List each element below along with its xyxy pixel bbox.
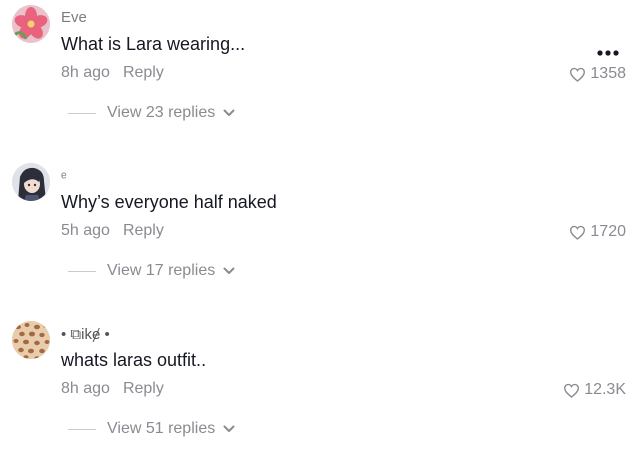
chevron-down-icon: [223, 109, 235, 116]
divider-line: [68, 270, 96, 272]
leopard-print-avatar-icon: [12, 321, 50, 359]
view-replies-label: View 17 replies: [107, 262, 216, 279]
view-replies-label: View 51 replies: [107, 420, 216, 437]
timestamp: 8h ago: [61, 380, 110, 397]
heart-icon: [570, 225, 586, 240]
view-replies-button[interactable]: View 51 replies: [68, 420, 235, 438]
timestamp: 5h ago: [61, 222, 110, 239]
username[interactable]: ᵉ: [61, 169, 67, 186]
reply-button[interactable]: Reply: [123, 380, 164, 397]
like-button[interactable]: 1720: [569, 223, 626, 241]
comment-text: What is Lara wearing...: [61, 34, 246, 54]
reply-button[interactable]: Reply: [123, 222, 164, 239]
chevron-down-icon: [223, 425, 235, 432]
divider-line: [68, 112, 96, 114]
like-button[interactable]: 1358: [569, 65, 626, 83]
comment-meta: 5h ago Reply: [61, 222, 164, 240]
heart-icon: [564, 383, 580, 398]
like-count: 12.3K: [584, 381, 626, 398]
reply-button[interactable]: Reply: [123, 64, 164, 81]
avatar[interactable]: [12, 5, 50, 43]
username[interactable]: Eve: [61, 9, 87, 26]
anime-character-avatar-icon: [12, 163, 50, 201]
comment-text: whats laras outfit..: [61, 350, 207, 370]
avatar[interactable]: [12, 321, 50, 359]
more-options-icon: [597, 50, 619, 56]
comment-meta: 8h ago Reply: [61, 380, 164, 398]
heart-icon: [570, 67, 586, 82]
avatar[interactable]: [12, 163, 50, 201]
like-button[interactable]: 12.3K: [563, 381, 626, 399]
divider-line: [68, 428, 96, 430]
like-count: 1720: [590, 223, 626, 240]
flower-avatar-icon: [12, 5, 50, 43]
like-count: 1358: [590, 65, 626, 82]
more-options-button[interactable]: [596, 44, 620, 62]
comment-meta: 8h ago Reply: [61, 64, 164, 82]
timestamp: 8h ago: [61, 64, 110, 81]
chevron-down-icon: [223, 267, 235, 274]
view-replies-label: View 23 replies: [107, 104, 216, 121]
username[interactable]: • ⧉ikɇ •: [61, 326, 110, 343]
view-replies-button[interactable]: View 23 replies: [68, 104, 235, 122]
view-replies-button[interactable]: View 17 replies: [68, 262, 235, 280]
comment-text: Why’s everyone half naked: [61, 192, 277, 212]
